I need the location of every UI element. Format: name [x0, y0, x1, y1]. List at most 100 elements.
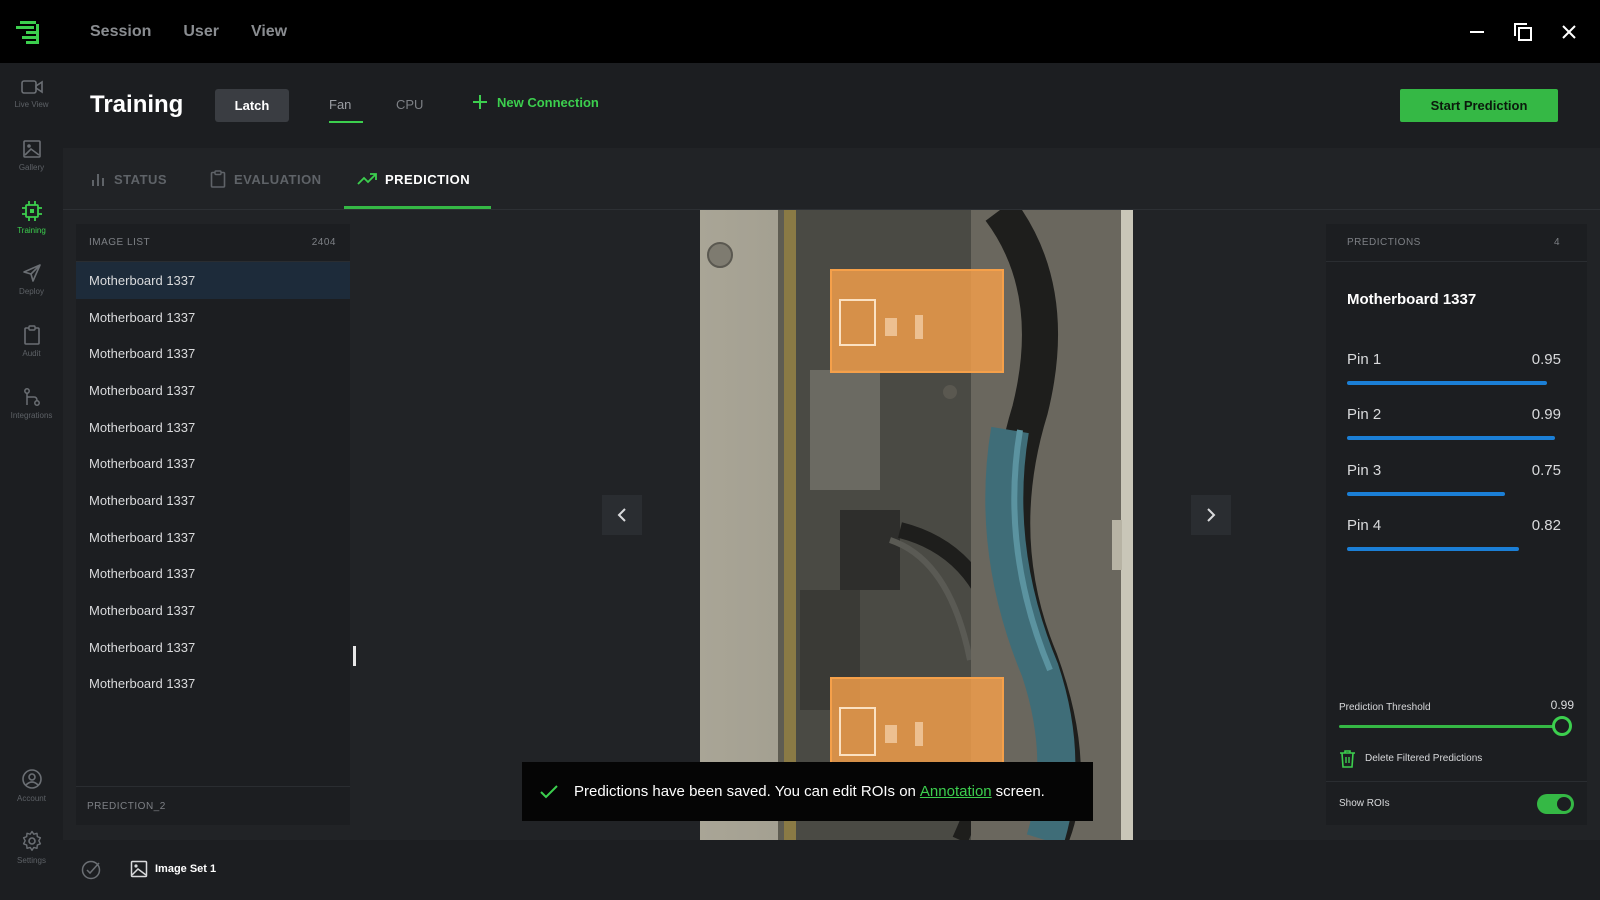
nav-training[interactable]: Training: [0, 187, 63, 247]
connection-tab-cpu[interactable]: CPU: [396, 97, 423, 112]
trash-icon: [1340, 750, 1355, 768]
tab-status[interactable]: STATUS: [90, 148, 167, 210]
delete-label: Delete Filtered Predictions: [1365, 753, 1483, 764]
nav-account[interactable]: Account: [0, 755, 63, 815]
trending-up-icon: [357, 173, 377, 185]
restore-button[interactable]: [1500, 12, 1546, 52]
project-chip-latch[interactable]: Latch: [215, 89, 289, 122]
image-viewer[interactable]: [700, 210, 1133, 840]
image-icon: [130, 860, 148, 878]
minimize-button[interactable]: [1454, 12, 1500, 52]
pin-confidence-bar: [1347, 381, 1547, 385]
predictions-panel: PREDICTIONS 4 Motherboard 1337 Pin 1 0.95…: [1326, 224, 1587, 825]
toast-text: Predictions have been saved. You can edi…: [574, 783, 916, 800]
predictions-title: PREDICTIONS: [1347, 237, 1421, 248]
menu-bar: Session User View: [90, 0, 319, 63]
menu-session[interactable]: Session: [90, 23, 151, 41]
previous-image-button[interactable]: [602, 495, 642, 535]
sub-tabs: STATUS EVALUATION PREDICTION: [63, 148, 1600, 210]
predictions-count: 4: [1553, 237, 1560, 248]
account-icon: [21, 768, 42, 789]
nav-label: Gallery: [18, 162, 45, 172]
pin-confidence-bar: [1347, 436, 1555, 440]
prediction-set-label: PREDICTION_2: [76, 786, 350, 825]
new-connection-button[interactable]: New Connection: [472, 94, 599, 110]
list-item[interactable]: Motherboard 1337: [76, 299, 350, 336]
list-item[interactable]: Motherboard 1337: [76, 629, 350, 666]
prediction-pin-3: Pin 3 0.75: [1347, 462, 1561, 496]
start-prediction-button[interactable]: Start Prediction: [1400, 89, 1558, 122]
image-list-scrollbar[interactable]: [353, 646, 356, 666]
list-item[interactable]: Motherboard 1337: [76, 409, 350, 446]
nav-label: Account: [17, 793, 46, 803]
restore-icon: [1514, 22, 1532, 41]
image-set-label: Image Set 1: [155, 863, 217, 875]
list-item[interactable]: Motherboard 1337: [76, 262, 350, 299]
show-rois-toggle[interactable]: [1537, 793, 1574, 814]
show-rois-label: Show ROIs: [1339, 798, 1390, 809]
nav-gallery[interactable]: Gallery: [0, 125, 63, 185]
tab-label: PREDICTION: [385, 171, 471, 187]
nav-label: Deploy: [19, 286, 44, 296]
video-camera-icon: [20, 79, 43, 94]
list-item[interactable]: Motherboard 1337: [76, 592, 350, 629]
list-item[interactable]: Motherboard 1337: [76, 445, 350, 482]
prediction-pin-1: Pin 1 0.95: [1347, 351, 1561, 385]
pin-label: Pin 3: [1347, 462, 1382, 479]
send-icon: [22, 263, 41, 282]
list-item[interactable]: Motherboard 1337: [76, 482, 350, 519]
nav-settings[interactable]: Settings: [0, 817, 63, 877]
prediction-pin-2: Pin 2 0.99: [1347, 406, 1561, 440]
tab-prediction[interactable]: PREDICTION: [357, 148, 470, 210]
show-rois-row: Show ROIs: [1326, 781, 1587, 825]
checkmark-icon: [540, 784, 558, 798]
threshold-slider-handle[interactable]: [1552, 716, 1572, 736]
motherboard-image: [700, 210, 1133, 840]
clipboard-icon: [23, 324, 40, 345]
bottom-status-bar: Image Set 1: [63, 840, 1600, 900]
check-circle-icon[interactable]: [81, 860, 101, 880]
list-item[interactable]: Motherboard 1337: [76, 335, 350, 372]
pin-score: 0.99: [1531, 406, 1561, 423]
menu-view[interactable]: View: [251, 23, 287, 41]
next-image-button[interactable]: [1191, 495, 1231, 535]
image-set-selector[interactable]: Image Set 1: [130, 860, 216, 878]
nav-deploy[interactable]: Deploy: [0, 249, 63, 309]
delete-filtered-predictions-button[interactable]: Delete Filtered Predictions: [1339, 749, 1482, 768]
prediction-pin-4: Pin 4 0.82: [1347, 517, 1561, 551]
plus-icon: [473, 95, 487, 109]
menu-user[interactable]: User: [183, 23, 219, 41]
image-list-panel: IMAGE LIST 2404 Motherboard 1337 Motherb…: [76, 224, 356, 825]
pin-confidence-bar: [1347, 492, 1505, 496]
connection-tab-fan[interactable]: Fan: [329, 97, 351, 112]
list-item[interactable]: Motherboard 1337: [76, 556, 350, 593]
nav-integrations[interactable]: Integrations: [0, 373, 63, 433]
list-item[interactable]: Motherboard 1337: [76, 666, 350, 703]
predictions-header: PREDICTIONS 4: [1326, 224, 1587, 262]
nav-audit[interactable]: Audit: [0, 311, 63, 371]
pin-score: 0.75: [1531, 462, 1561, 479]
nav-live-view[interactable]: Live View: [0, 63, 63, 123]
minimize-icon: [1470, 30, 1484, 33]
connection-tab-underline: [329, 121, 363, 123]
pin-confidence-bar: [1347, 547, 1520, 551]
left-nav-rail: Live View Gallery Training Deploy Audit …: [0, 63, 63, 900]
prediction-image-name: Motherboard 1337: [1347, 291, 1477, 308]
save-notification-toast: Predictions have been saved. You can edi…: [522, 762, 1093, 821]
active-tab-underline: [344, 206, 491, 209]
annotation-link[interactable]: Annotation: [920, 783, 992, 800]
title-bar: Session User View: [0, 0, 1600, 63]
list-item[interactable]: Motherboard 1337: [76, 519, 350, 556]
image-list-title: IMAGE LIST: [89, 237, 151, 248]
nav-label: Training: [17, 225, 46, 235]
chevron-left-icon: [617, 508, 626, 522]
tab-evaluation[interactable]: EVALUATION: [210, 148, 322, 210]
pin-score: 0.95: [1531, 351, 1561, 368]
gear-icon: [22, 830, 41, 851]
threshold-slider-track[interactable]: [1339, 725, 1561, 728]
nav-label: Audit: [22, 348, 41, 358]
list-item[interactable]: Motherboard 1337: [76, 372, 350, 409]
close-button[interactable]: [1546, 12, 1592, 52]
nav-label: Settings: [17, 855, 46, 865]
page-title: Training: [90, 91, 184, 118]
